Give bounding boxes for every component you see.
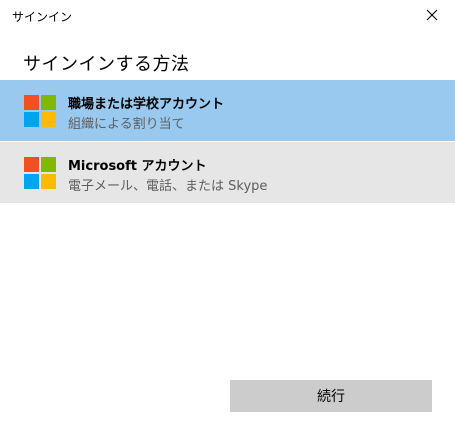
logo-red-square bbox=[24, 157, 39, 172]
logo-yellow-square bbox=[41, 112, 56, 127]
microsoft-logo-icon bbox=[24, 95, 56, 127]
logo-green-square bbox=[41, 157, 56, 172]
continue-button[interactable]: 続行 bbox=[230, 380, 432, 412]
option-microsoft-account[interactable]: Microsoft アカウント 電子メール、電話、または Skype bbox=[0, 142, 455, 203]
logo-blue-square bbox=[24, 174, 39, 189]
logo-green-square bbox=[41, 95, 56, 110]
logo-blue-square bbox=[24, 112, 39, 127]
microsoft-logo-icon bbox=[24, 157, 56, 189]
option-title: 職場または学校アカウント bbox=[68, 97, 225, 112]
option-work-or-school-account[interactable]: 職場または学校アカウント 組織による割り当て bbox=[0, 80, 455, 141]
logo-yellow-square bbox=[41, 174, 56, 189]
window-title: サインイン bbox=[12, 10, 73, 24]
option-title: Microsoft アカウント bbox=[68, 159, 207, 174]
page-title: サインインする方法 bbox=[23, 54, 190, 75]
title-bar: サインイン bbox=[0, 0, 455, 30]
logo-red-square bbox=[24, 95, 39, 110]
close-button[interactable] bbox=[419, 3, 445, 27]
option-subtitle: 電子メール、電話、または Skype bbox=[68, 179, 268, 194]
option-subtitle: 組織による割り当て bbox=[68, 117, 185, 132]
close-icon bbox=[426, 9, 438, 21]
